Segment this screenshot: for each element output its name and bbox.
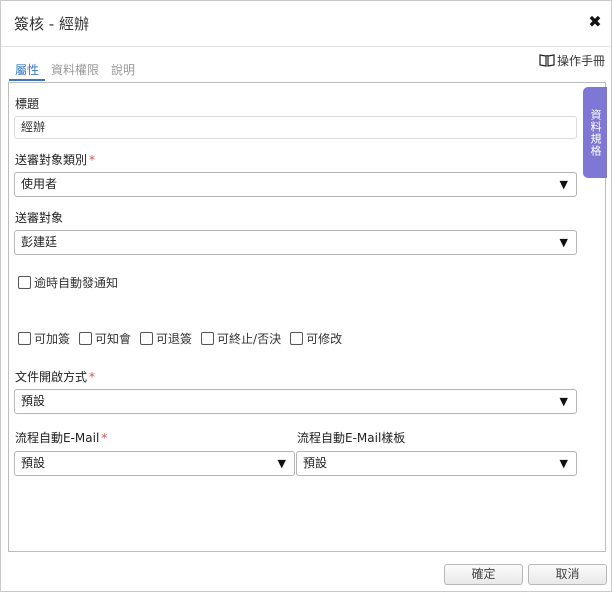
open-mode-value: 預設 [21,394,46,408]
title-label: 標題 [15,97,40,111]
option-return[interactable]: 可退簽 [140,330,192,347]
target-value: 彭建廷 [21,235,58,249]
target-type-value: 使用者 [21,177,58,191]
required-mark: * [89,153,96,167]
option-add-signer[interactable]: 可加簽 [18,330,70,347]
checkbox[interactable] [18,332,31,345]
option-label: 可知會 [95,332,132,346]
book-icon [539,54,555,67]
side-tab-label: 資料規格 [589,108,602,157]
chevron-down-icon: ▼ [559,457,568,470]
option-notify[interactable]: 可知會 [79,330,131,347]
tab-properties[interactable]: 屬性 [9,61,46,81]
email-template-value: 預設 [303,456,328,470]
close-icon[interactable]: ✖ [587,13,603,31]
checkbox[interactable] [140,332,154,345]
properties-panel [8,82,606,552]
target-type-select[interactable]: 使用者 ▼ [14,172,577,197]
checkbox[interactable] [201,332,215,345]
chevron-down-icon: ▼ [277,457,286,470]
option-terminate-reject[interactable]: 可終止/否決 [201,330,281,347]
overdue-notify-checkbox[interactable] [18,276,31,289]
dialog-title: 簽核 - 經辦 [14,15,89,33]
manual-label: 操作手冊 [556,53,605,68]
dialog-titlebar: 簽核 - 經辦 ✖ [1,1,611,47]
option-label: 可修改 [306,332,343,346]
option-label: 可退簽 [156,332,193,346]
cancel-button[interactable]: 取消 [528,564,607,585]
confirm-button[interactable]: 確定 [444,564,523,585]
tab-data-permissions[interactable]: 資料權限 [45,61,105,81]
required-mark: * [101,431,108,445]
chevron-down-icon: ▼ [559,178,568,191]
permission-options: 可加簽 可知會 可退簽 可終止/否決 可修改 [18,330,351,347]
target-type-label: 送審對象類別 * [15,153,96,167]
checkbox[interactable] [79,332,93,345]
email-select[interactable]: 預設 ▼ [14,451,295,476]
email-template-label: 流程自動E-Mail樣板 [297,431,406,445]
option-label: 可終止/否決 [217,332,282,346]
required-mark: * [89,370,96,384]
title-input[interactable]: 經辦 [14,116,577,139]
chevron-down-icon: ▼ [559,236,568,249]
side-tab-data-spec[interactable]: 資料規格 [583,87,607,178]
option-label: 可加簽 [34,332,71,346]
email-template-select[interactable]: 預設 ▼ [296,451,577,476]
tab-description[interactable]: 說明 [105,61,141,81]
target-select[interactable]: 彭建廷 ▼ [14,230,577,255]
chevron-down-icon: ▼ [559,395,568,408]
signoff-dialog: 簽核 - 經辦 ✖ 操作手冊 屬性 資料權限 說明 資料規格 標題 經辦 送審對… [0,0,612,592]
open-mode-label: 文件開啟方式 * [15,370,96,384]
target-label: 送審對象 [15,211,64,225]
checkbox[interactable] [290,332,304,345]
email-value: 預設 [21,456,46,470]
option-modify[interactable]: 可修改 [290,330,342,347]
tab-bar: 屬性 資料權限 說明 [9,61,141,81]
open-mode-select[interactable]: 預設 ▼ [14,389,577,414]
email-label: 流程自動E-Mail * [15,431,108,445]
overdue-notify-option[interactable]: 逾時自動發通知 [18,274,118,291]
manual-link[interactable]: 操作手冊 [539,52,605,68]
overdue-notify-label: 逾時自動發通知 [34,276,119,290]
